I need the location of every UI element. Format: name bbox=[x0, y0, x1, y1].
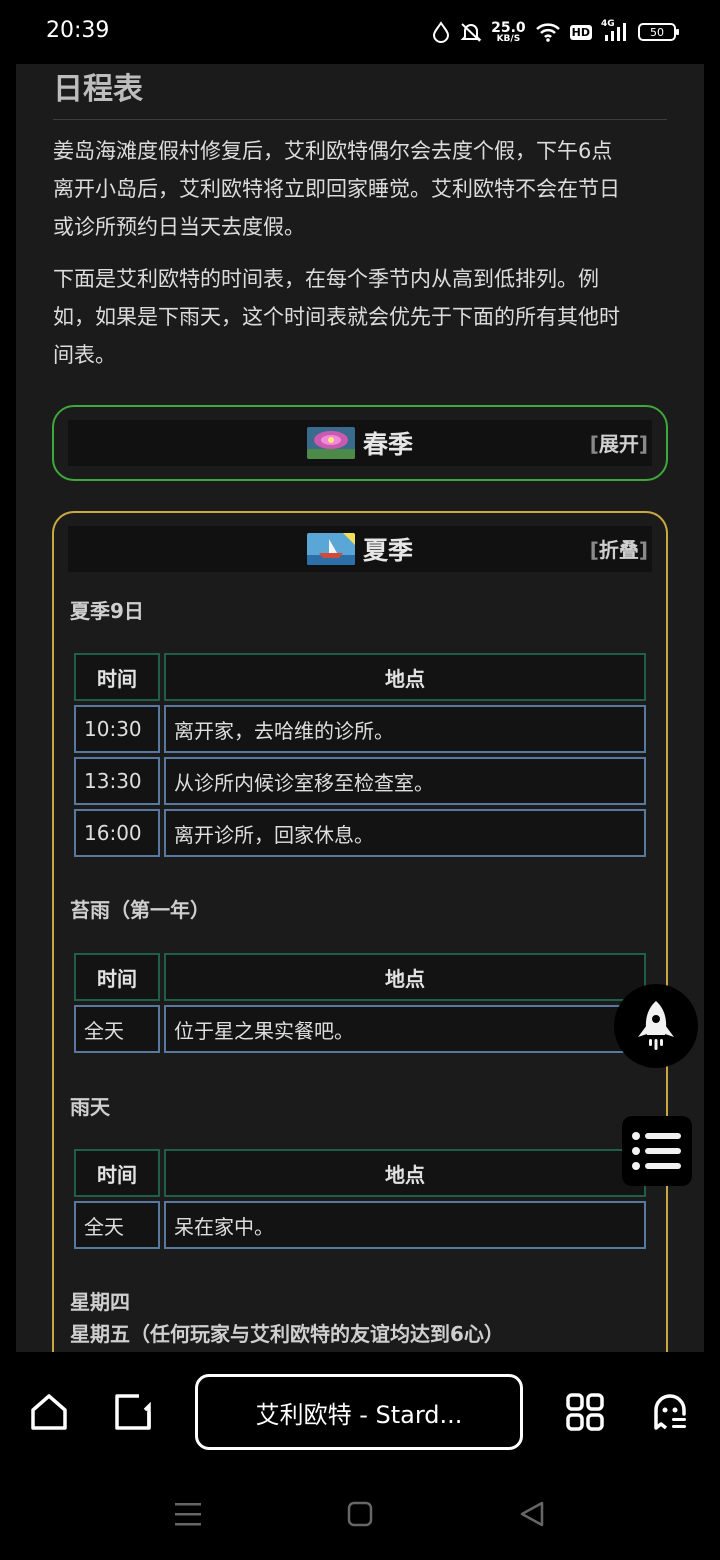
spring-panel-header[interactable]: 春季 [展开] bbox=[68, 420, 652, 466]
tabs-icon bbox=[115, 1394, 151, 1430]
square-home-icon bbox=[347, 1501, 373, 1527]
battery-icon: 50 bbox=[638, 23, 679, 41]
schedule-table: 时间 地点 全天 呆在家中。 bbox=[74, 1149, 646, 1249]
schedule-subheading: 雨天 bbox=[70, 1095, 110, 1119]
summer-boat-icon bbox=[306, 533, 355, 565]
system-back-button[interactable] bbox=[516, 1498, 548, 1530]
net-speed: 25.0 KB/S bbox=[491, 19, 526, 44]
menu-button[interactable] bbox=[646, 1388, 694, 1436]
rocket-icon bbox=[638, 1001, 674, 1050]
schedule-subheading: 夏季9日 bbox=[70, 599, 144, 623]
system-home-button[interactable] bbox=[344, 1498, 376, 1530]
summer-title: 夏季 bbox=[362, 536, 413, 565]
place-cell: 离开家，去哈维的诊所。 bbox=[164, 705, 646, 753]
time-cell: 16:00 bbox=[74, 809, 160, 857]
home-icon bbox=[31, 1394, 67, 1430]
time-cell: 13:30 bbox=[74, 757, 160, 805]
schedule-table: 时间 地点 10:30 离开家，去哈维的诊所。 13:30 从诊所内候诊室移至检… bbox=[74, 653, 646, 857]
place-column-header: 地点 bbox=[164, 653, 646, 701]
place-column-header: 地点 bbox=[164, 953, 646, 1001]
hd-voice-badge: HD bbox=[569, 24, 592, 40]
time-cell: 全天 bbox=[74, 1005, 160, 1053]
spring-title: 春季 bbox=[362, 430, 413, 459]
time-column-header: 时间 bbox=[74, 953, 160, 1001]
mute-notifications-icon bbox=[460, 23, 482, 42]
spring-expand-toggle[interactable]: [展开] bbox=[590, 428, 648, 457]
back-triangle-icon bbox=[520, 1501, 544, 1527]
summer-collapse-toggle[interactable]: [折叠] bbox=[590, 534, 648, 563]
summer-panel-header[interactable]: 夏季 [折叠] bbox=[68, 526, 652, 572]
recent-apps-button[interactable] bbox=[172, 1498, 204, 1530]
schedule-table: 时间 地点 全天 位于星之果实餐吧。 bbox=[74, 953, 646, 1053]
ghost-menu-icon bbox=[654, 1394, 686, 1430]
spring-flower-icon bbox=[306, 427, 355, 459]
time-cell: 10:30 bbox=[74, 705, 160, 753]
place-cell: 呆在家中。 bbox=[164, 1201, 646, 1249]
wifi-icon bbox=[535, 23, 560, 42]
home-button[interactable] bbox=[25, 1388, 73, 1436]
apps-icon bbox=[566, 1393, 604, 1431]
spring-schedule-panel: 春季 [展开] bbox=[52, 405, 668, 481]
apps-button[interactable] bbox=[561, 1388, 609, 1436]
table-of-contents-button[interactable] bbox=[622, 1116, 692, 1186]
scroll-to-top-button[interactable] bbox=[614, 984, 698, 1068]
page-content: 日程表 姜岛海滩度假村修复后，艾利欧特偶尔会去度个假，下午6点 离开小岛后，艾利… bbox=[16, 64, 704, 1352]
current-tab-title[interactable]: 艾利欧特 - Stard... bbox=[195, 1374, 523, 1450]
tabs-button[interactable] bbox=[110, 1388, 158, 1436]
status-icons: 25.0 KB/S HD 4G 50 bbox=[431, 18, 679, 46]
time-column-header: 时间 bbox=[74, 653, 160, 701]
browser-toolbar: 艾利欧特 - Stard... bbox=[0, 1352, 720, 1560]
place-column-header: 地点 bbox=[164, 1149, 646, 1197]
time-cell: 全天 bbox=[74, 1201, 160, 1249]
section-heading: 日程表 bbox=[53, 64, 667, 120]
place-cell: 位于星之果实餐吧。 bbox=[164, 1005, 646, 1053]
clock: 20:39 bbox=[46, 18, 110, 43]
schedule-subheading: 星期四 bbox=[70, 1290, 130, 1314]
place-cell: 离开诊所，回家休息。 bbox=[164, 809, 646, 857]
schedule-subheading: 苔雨（第一年） bbox=[70, 898, 210, 922]
time-column-header: 时间 bbox=[74, 1149, 160, 1197]
schedule-note-paragraph: 下面是艾利欧特的时间表，在每个季节内从高到低排列。例 如，如果是下雨天，这个时间… bbox=[53, 267, 620, 367]
place-cell: 从诊所内候诊室移至检查室。 bbox=[164, 757, 646, 805]
menu-lines-icon bbox=[175, 1503, 201, 1526]
status-bar: 20:39 25.0 KB/S HD 4G 50 bbox=[0, 0, 720, 64]
schedule-subheading: 星期五（任何玩家与艾利欧特的友谊均达到6心） bbox=[70, 1322, 504, 1346]
signal-icon: 4G bbox=[601, 19, 629, 43]
data-saver-icon bbox=[433, 21, 450, 43]
list-icon bbox=[632, 1132, 681, 1170]
intro-paragraph: 姜岛海滩度假村修复后，艾利欧特偶尔会去度个假，下午6点 离开小岛后，艾利欧特将立… bbox=[53, 139, 620, 239]
